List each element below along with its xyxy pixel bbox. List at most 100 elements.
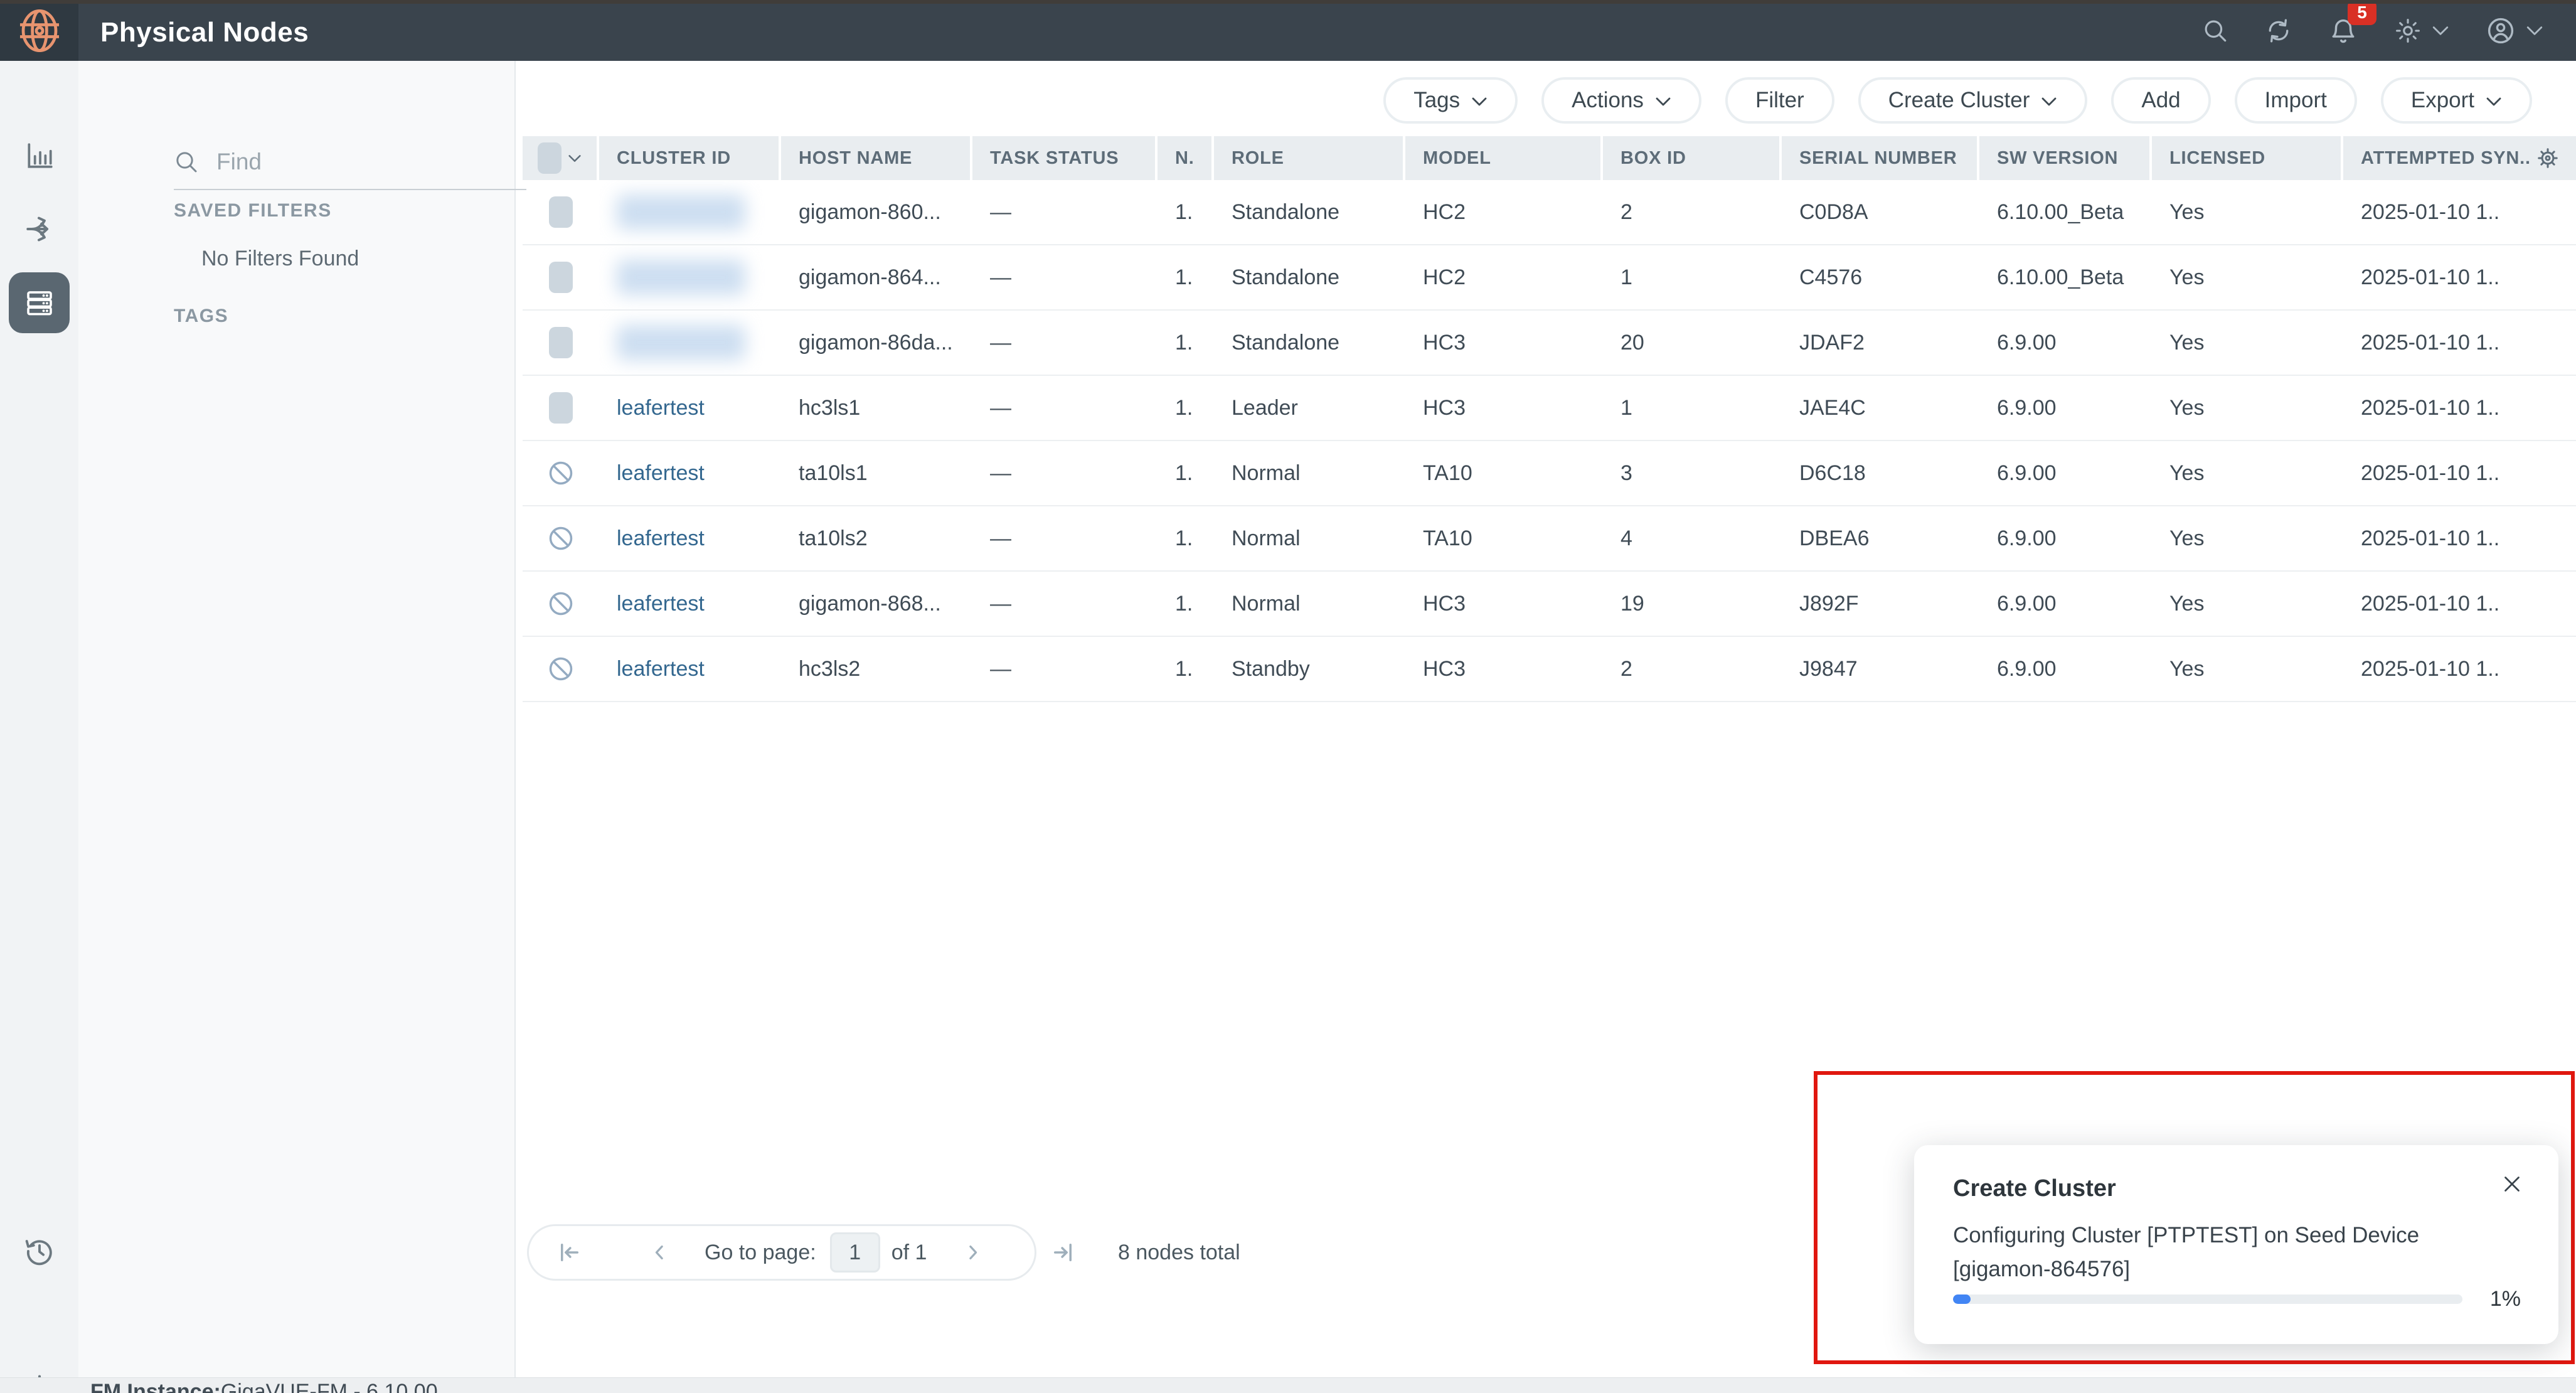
blurred-cluster-id[interactable] <box>617 260 745 295</box>
select-all-checkbox[interactable] <box>538 142 562 174</box>
saved-filters-heading: SAVED FILTERS <box>174 200 332 221</box>
cluster-id-link[interactable]: leafertest <box>617 657 705 681</box>
user-menu[interactable] <box>2486 16 2543 46</box>
cluster-id-link[interactable]: leafertest <box>617 592 705 616</box>
col-header-task-status[interactable]: TASK STATUS <box>972 136 1158 180</box>
topbar-actions: 5 <box>2202 0 2543 61</box>
create-cluster-button[interactable]: Create Cluster <box>1858 77 2088 124</box>
role-cell: Normal <box>1214 506 1405 570</box>
box-id-cell: 3 <box>1603 441 1782 505</box>
search-icon[interactable] <box>2202 18 2228 44</box>
n-cell: 1. <box>1158 180 1214 244</box>
find-search <box>174 135 526 190</box>
blurred-cluster-id[interactable] <box>617 325 745 360</box>
cluster-id-link[interactable]: leafertest <box>617 396 705 420</box>
top-bar: Physical Nodes 5 <box>0 0 2576 61</box>
search-icon <box>174 149 199 174</box>
nav-rail <box>0 61 78 1377</box>
host-name-cell: gigamon-868... <box>781 572 972 636</box>
cluster-id-link[interactable]: leafertest <box>617 526 705 551</box>
n-cell: 1. <box>1158 637 1214 701</box>
progress-fill <box>1953 1294 1971 1304</box>
fm-instance-label: FM Instance: <box>90 1380 221 1393</box>
cluster-id-link[interactable]: leafertest <box>617 461 705 486</box>
licensed-cell: Yes <box>2152 311 2343 375</box>
row-checkbox[interactable] <box>549 392 573 424</box>
serial-number-cell: J9847 <box>1782 637 1979 701</box>
column-settings-gear-icon[interactable] <box>2536 146 2560 170</box>
notifications-bell-icon[interactable]: 5 <box>2329 16 2358 45</box>
traffic-split-icon[interactable] <box>0 213 78 245</box>
attempted-sync-cell: 2025-01-10 1.. <box>2343 311 2576 375</box>
ban-icon <box>547 525 575 552</box>
ban-icon <box>547 655 575 683</box>
nodes-total-label: 8 nodes total <box>1118 1241 1240 1265</box>
refresh-icon[interactable] <box>2265 17 2292 45</box>
next-page-button[interactable] <box>961 1241 984 1264</box>
find-input[interactable] <box>216 149 480 175</box>
row-checkbox[interactable] <box>549 262 573 293</box>
col-header-sw-version[interactable]: SW VERSION <box>1979 136 2152 180</box>
import-button[interactable]: Import <box>2235 77 2357 124</box>
filters-sidebar: SAVED FILTERS No Filters Found TAGS <box>78 61 516 1377</box>
row-checkbox[interactable] <box>549 327 573 358</box>
col-header-box-id[interactable]: BOX ID <box>1603 136 1782 180</box>
col-header-n[interactable]: N. <box>1158 136 1214 180</box>
n-cell: 1. <box>1158 245 1214 309</box>
physical-nodes-nav-selected[interactable] <box>9 272 70 333</box>
history-icon[interactable] <box>0 1235 78 1268</box>
serial-number-cell: J892F <box>1782 572 1979 636</box>
role-cell: Standalone <box>1214 311 1405 375</box>
col-header-host-name[interactable]: HOST NAME <box>781 136 972 180</box>
last-page-button[interactable] <box>1050 1239 1076 1266</box>
host-name-cell: gigamon-864... <box>781 245 972 309</box>
licensed-cell: Yes <box>2152 180 2343 244</box>
model-cell: HC2 <box>1405 245 1603 309</box>
box-id-cell: 4 <box>1603 506 1782 570</box>
serial-number-cell: DBEA6 <box>1782 506 1979 570</box>
chevron-down-icon <box>1655 96 1671 107</box>
add-button[interactable]: Add <box>2111 77 2210 124</box>
col-header-role[interactable]: ROLE <box>1214 136 1405 180</box>
col-header-serial-number[interactable]: SERIAL NUMBER <box>1782 136 1979 180</box>
task-status-cell: — <box>972 506 1158 570</box>
dashboard-chart-icon[interactable] <box>0 140 78 171</box>
export-button[interactable]: Export <box>2381 77 2532 124</box>
page-of-label: of 1 <box>891 1241 927 1265</box>
filter-button[interactable]: Filter <box>1725 77 1834 124</box>
previous-page-button[interactable] <box>648 1241 672 1264</box>
model-cell: HC2 <box>1405 180 1603 244</box>
tags-button[interactable]: Tags <box>1383 77 1518 124</box>
app-logo[interactable] <box>0 0 78 61</box>
sw-version-cell: 6.9.00 <box>1979 441 2152 505</box>
host-name-cell: hc3ls2 <box>781 637 972 701</box>
actions-button[interactable]: Actions <box>1541 77 1701 124</box>
col-header-model[interactable]: MODEL <box>1405 136 1603 180</box>
col-header-licensed[interactable]: LICENSED <box>2152 136 2343 180</box>
col-header-attempted-sync[interactable]: ATTEMPTED SYN.. <box>2343 136 2576 180</box>
first-page-button[interactable] <box>556 1239 583 1266</box>
attempted-sync-cell: 2025-01-10 1.. <box>2343 245 2576 309</box>
attempted-sync-cell: 2025-01-10 1.. <box>2343 637 2576 701</box>
brightness-icon <box>2394 17 2422 45</box>
close-icon[interactable] <box>2501 1173 2523 1195</box>
n-cell: 1. <box>1158 572 1214 636</box>
table-header-row: CLUSTER ID HOST NAME TASK STATUS N. ROLE… <box>523 136 2576 180</box>
theme-menu[interactable] <box>2394 17 2449 45</box>
col-header-cluster-id[interactable]: CLUSTER ID <box>599 136 781 180</box>
box-id-cell: 1 <box>1603 245 1782 309</box>
task-status-cell: — <box>972 637 1158 701</box>
gigavue-fm-app: Physical Nodes 5 <box>0 0 2576 1393</box>
sw-version-cell: 6.9.00 <box>1979 506 2152 570</box>
attempted-sync-cell: 2025-01-10 1.. <box>2343 376 2576 440</box>
select-all-header[interactable] <box>523 136 599 180</box>
n-cell: 1. <box>1158 441 1214 505</box>
blurred-cluster-id[interactable] <box>617 195 745 230</box>
model-cell: HC3 <box>1405 637 1603 701</box>
page-number-input[interactable] <box>830 1232 880 1273</box>
chevron-down-icon <box>2432 24 2449 37</box>
serial-number-cell: JAE4C <box>1782 376 1979 440</box>
server-stack-icon <box>23 286 56 320</box>
role-cell: Standalone <box>1214 180 1405 244</box>
row-checkbox[interactable] <box>549 196 573 228</box>
